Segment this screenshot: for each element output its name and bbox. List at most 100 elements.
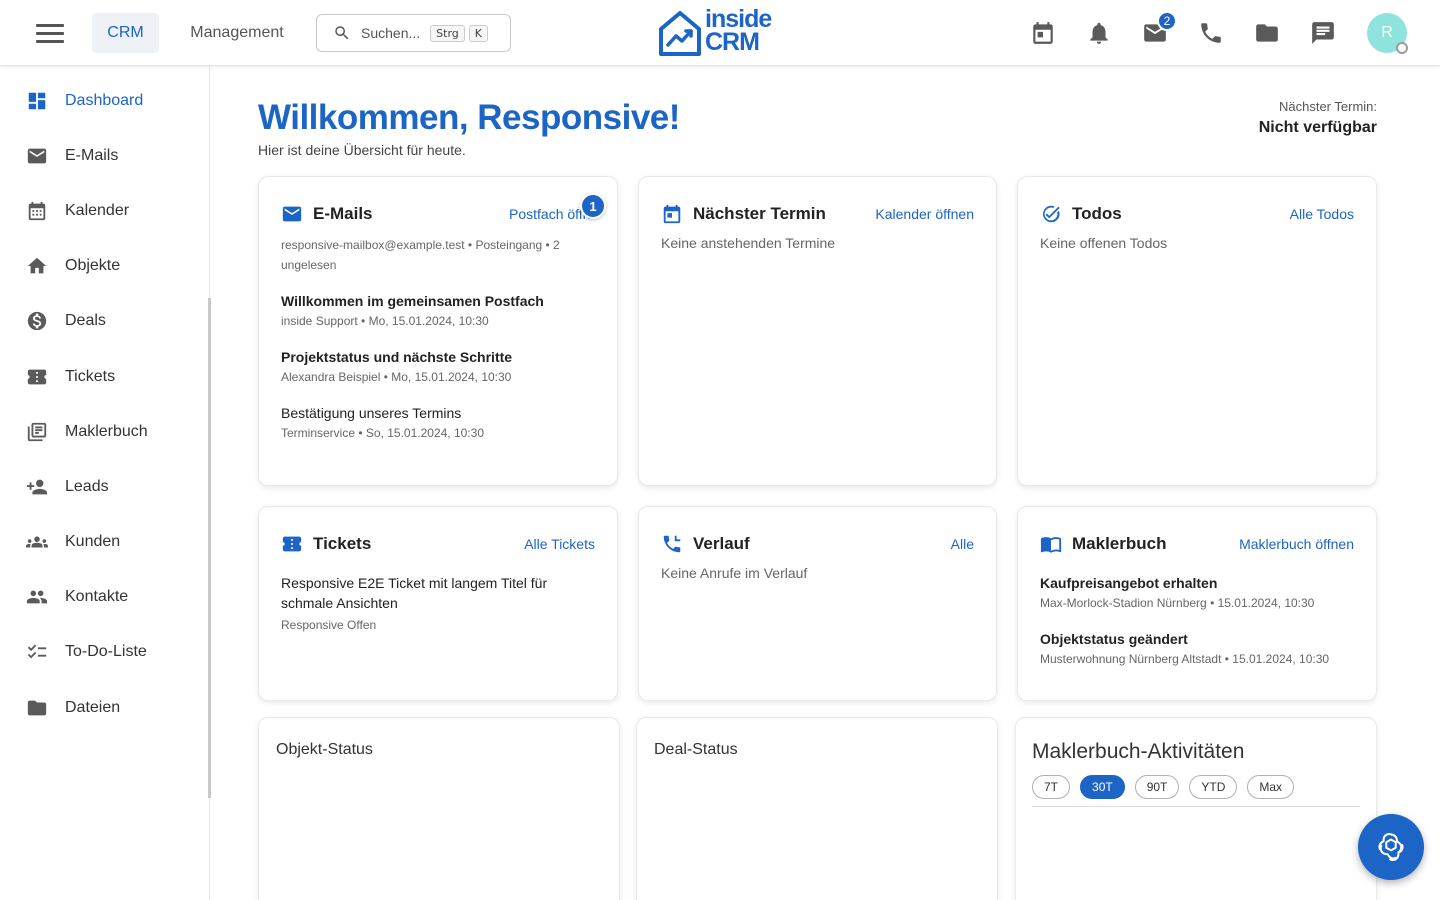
list-item[interactable]: Kaufpreisangebot erhalten Max-Morlock-St… [1040, 573, 1354, 613]
bell-icon[interactable] [1086, 20, 1112, 46]
ai-assistant-icon [1378, 833, 1404, 861]
sidebar-scrollbar[interactable] [208, 298, 211, 798]
mail-icon [282, 206, 302, 222]
card-title: Deal-Status [654, 741, 738, 758]
list-item[interactable]: Projektstatus und nächste Schritte Alexa… [281, 347, 595, 387]
card-title: Verlauf [693, 534, 750, 553]
all-todos-link[interactable]: Alle Todos [1290, 206, 1354, 222]
chat-icon[interactable] [1310, 20, 1336, 46]
email-meta: Alexandra Beispiel • Mo, 15.01.2024, 10:… [281, 370, 512, 384]
sidebar-item-label: E-Mails [65, 147, 119, 164]
deal-status-card: Deal-Status [636, 717, 998, 900]
calendar-icon [28, 201, 46, 221]
range-chip-30t[interactable]: 30T [1080, 775, 1125, 799]
maklerbuch-activity-card: Maklerbuch-Aktivitäten 7T 30T 90T YTD Ma… [1015, 717, 1377, 900]
email-subject: Projektstatus und nächste Schritte [281, 349, 513, 365]
sidebar-item-dashboard[interactable]: Dashboard [0, 79, 208, 123]
sidebar-item-kunden[interactable]: Kunden [0, 520, 208, 564]
range-chip-max[interactable]: Max [1247, 775, 1295, 799]
sidebar-item-deals[interactable]: Deals [0, 299, 208, 343]
search-placeholder: Suchen... [361, 25, 421, 41]
calendar-icon[interactable] [1030, 20, 1056, 46]
activity-meta: Musterwohnung Nürnberg Altstadt • 15.01.… [1040, 652, 1330, 666]
all-tickets-link[interactable]: Alle Tickets [524, 536, 595, 552]
top-bar: CRM Management Suchen... Strg K inside C… [0, 0, 1440, 66]
empty-state: Keine offenen Todos [1040, 235, 1168, 251]
range-chip-ytd[interactable]: YTD [1189, 775, 1238, 799]
book-open-icon [1040, 537, 1062, 553]
sidebar-item-todo-liste[interactable]: To-Do-Liste [0, 630, 208, 674]
dashboard-icon [28, 92, 46, 110]
list-item[interactable]: Willkommen im gemeinsamen Postfach insid… [281, 291, 595, 331]
email-meta: inside Support • Mo, 15.01.2024, 10:30 [281, 314, 489, 328]
sidebar-item-tickets[interactable]: Tickets [0, 355, 208, 399]
library-icon [27, 422, 47, 442]
emails-card: E-Mails Postfach öffnen responsive-mailb… [258, 176, 618, 486]
search-icon [335, 26, 349, 40]
shortcut-key-k: K [468, 24, 488, 42]
card-title: Objekt-Status [276, 741, 373, 758]
empty-state: Keine anstehenden Termine [661, 235, 836, 251]
search-input[interactable]: Suchen... Strg K [316, 14, 511, 52]
sidebar-item-label: Kontakte [65, 588, 129, 605]
range-filter: 7T 30T 90T YTD Max [1032, 775, 1295, 799]
list-item[interactable]: Objektstatus geändert Musterwohnung Nürn… [1040, 629, 1354, 669]
logo-text: inside CRM [705, 5, 772, 56]
sidebar-item-objekte[interactable]: Objekte [0, 244, 208, 288]
sidebar-item-emails[interactable]: E-Mails [0, 134, 208, 178]
open-maklerbuch-link[interactable]: Maklerbuch öffnen [1239, 536, 1354, 552]
object-status-card: Objekt-Status [258, 717, 620, 900]
list-item[interactable]: Bestätigung unseres Termins Terminservic… [281, 403, 595, 443]
phone-icon[interactable] [1198, 20, 1224, 46]
dollar-icon [27, 311, 47, 331]
ticket-icon [27, 369, 47, 385]
sidebar: Dashboard E-Mails Kalender Objekte Deals… [0, 66, 211, 900]
ai-assistant-button[interactable] [1358, 814, 1424, 880]
home-icon [27, 257, 47, 274]
card-title: Todos [1072, 204, 1122, 223]
sidebar-item-kontakte[interactable]: Kontakte [0, 575, 208, 619]
next-appointment-label: Nächster Termin: [1278, 99, 1377, 114]
next-appointment-card: Nächster Termin Kalender öffnen Keine an… [638, 176, 997, 486]
page-title: Willkommen, Responsive! [258, 98, 680, 137]
logo[interactable]: inside CRM [658, 5, 784, 58]
sidebar-item-dateien[interactable]: Dateien [0, 686, 208, 730]
sidebar-item-kalender[interactable]: Kalender [0, 189, 208, 233]
divider [1032, 806, 1360, 807]
maklerbuch-card: Maklerbuch Maklerbuch öffnen Kaufpreisan… [1017, 506, 1377, 701]
logo-house-icon [659, 11, 701, 56]
card-title: Tickets [313, 534, 372, 553]
range-chip-7t[interactable]: 7T [1032, 775, 1071, 799]
folder-icon[interactable] [1254, 20, 1280, 46]
sidebar-item-label: Dateien [65, 699, 121, 716]
check-circle-icon [1043, 205, 1060, 223]
page-subtitle: Hier ist deine Übersicht für heute. [258, 142, 466, 158]
mailbox-summary: responsive-mailbox@example.test • Postei… [281, 238, 560, 272]
groups-icon [26, 536, 48, 548]
shortcut-key-ctrl: Strg [430, 24, 465, 42]
range-chip-90t[interactable]: 90T [1134, 775, 1180, 799]
card-title: E-Mails [313, 204, 373, 223]
list-item[interactable]: Responsive E2E Ticket mit langem Titel f… [281, 573, 595, 635]
open-calendar-link[interactable]: Kalender öffnen [875, 206, 974, 222]
sidebar-item-label: Objekte [65, 257, 121, 274]
all-history-link[interactable]: Alle [951, 536, 974, 552]
unread-badge: 1 [580, 193, 606, 219]
ticket-meta: Responsive Offen [281, 618, 377, 632]
sidebar-item-label: To-Do-Liste [65, 643, 147, 660]
sidebar-item-maklerbuch[interactable]: Maklerbuch [0, 410, 208, 454]
sidebar-item-label: Tickets [65, 368, 116, 385]
sidebar-item-leads[interactable]: Leads [0, 465, 208, 509]
menu-icon[interactable] [36, 24, 64, 44]
sidebar-item-label: Kunden [65, 533, 121, 550]
avatar-status-indicator [1396, 42, 1408, 54]
mail-icon [27, 148, 47, 164]
tab-management[interactable]: Management [176, 13, 298, 53]
todos-card: Todos Alle Todos Keine offenen Todos [1017, 176, 1377, 486]
activity-meta: Max-Morlock-Stadion Nürnberg • 15.01.202… [1040, 596, 1315, 610]
sidebar-item-label: Kalender [65, 202, 130, 219]
email-meta: Terminservice • So, 15.01.2024, 10:30 [281, 426, 484, 440]
sidebar-item-label: Dashboard [65, 92, 144, 109]
card-title: Maklerbuch [1072, 534, 1167, 553]
tab-crm[interactable]: CRM [92, 13, 159, 53]
